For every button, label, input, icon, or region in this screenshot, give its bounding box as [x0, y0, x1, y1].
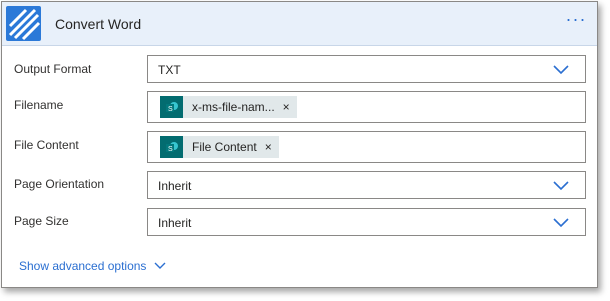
- page-orientation-dropdown[interactable]: Inherit: [147, 171, 586, 199]
- file-content-label: File Content: [14, 138, 79, 152]
- file-content-token-remove-button[interactable]: ×: [265, 140, 279, 154]
- page-size-label: Page Size: [14, 214, 69, 228]
- file-content-token[interactable]: S File Content ×: [160, 136, 279, 158]
- file-content-token-label: File Content: [192, 140, 257, 154]
- output-format-label: Output Format: [14, 62, 92, 76]
- more-options-button[interactable]: ···: [563, 10, 589, 32]
- output-format-value: TXT: [158, 63, 181, 77]
- chevron-down-icon: [154, 262, 166, 269]
- show-advanced-options-link[interactable]: Show advanced options: [19, 259, 166, 273]
- card-title: Convert Word: [55, 16, 142, 32]
- sharepoint-icon: S: [160, 136, 183, 158]
- page-orientation-label: Page Orientation: [14, 177, 105, 191]
- stripes-logo-icon: [6, 6, 41, 41]
- svg-text:S: S: [168, 146, 173, 153]
- filename-token-label: x-ms-file-nam...: [192, 100, 275, 114]
- page-orientation-value: Inherit: [158, 179, 192, 193]
- filename-token[interactable]: S x-ms-file-nam... ×: [160, 96, 297, 118]
- chevron-down-icon: [553, 181, 569, 191]
- filename-token-remove-button[interactable]: ×: [283, 100, 297, 114]
- show-advanced-options-label: Show advanced options: [19, 259, 147, 273]
- svg-text:S: S: [168, 106, 173, 113]
- chevron-down-icon: [553, 218, 569, 228]
- filename-label: Filename: [14, 98, 64, 112]
- action-card: Convert Word ··· Output Format TXT Filen…: [1, 1, 598, 288]
- page-size-dropdown[interactable]: Inherit: [147, 208, 586, 236]
- filename-field[interactable]: S x-ms-file-nam... ×: [147, 91, 586, 123]
- sharepoint-icon: S: [160, 96, 183, 118]
- file-content-field[interactable]: S File Content ×: [147, 131, 586, 163]
- card-header[interactable]: Convert Word ···: [2, 2, 597, 46]
- chevron-down-icon: [553, 65, 569, 75]
- output-format-dropdown[interactable]: TXT: [147, 55, 586, 83]
- page-size-value: Inherit: [158, 216, 192, 230]
